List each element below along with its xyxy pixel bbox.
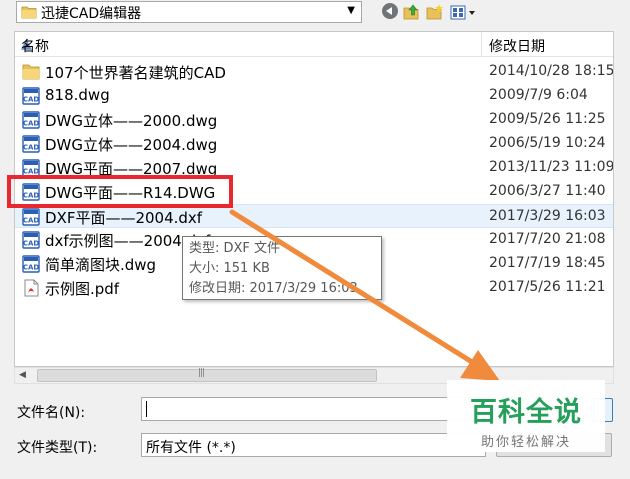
watermark: 百科全说 助你轻松解决 (447, 380, 605, 452)
watermark-subtitle: 助你轻松解决 (480, 435, 571, 450)
watermark-title: 百科全说 (470, 397, 582, 428)
